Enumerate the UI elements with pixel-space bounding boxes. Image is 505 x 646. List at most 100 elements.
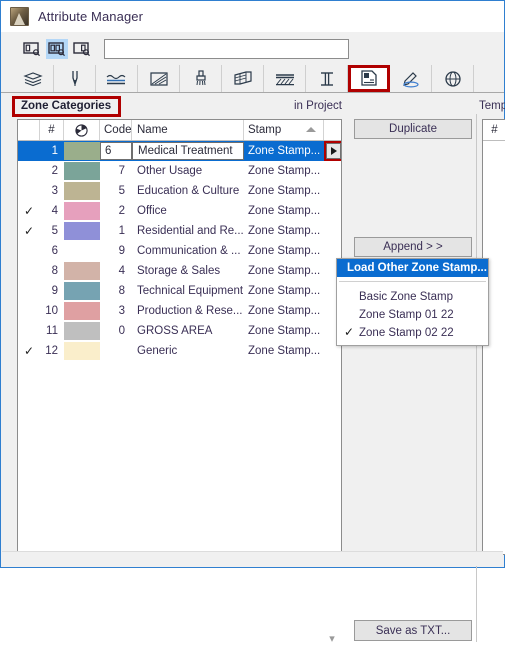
row-check-icon[interactable]: ✓ (18, 221, 40, 241)
row-code[interactable]: 8 (100, 281, 132, 301)
row-stamp[interactable]: Zone Stamp... (244, 341, 324, 361)
row-color-swatch[interactable] (64, 301, 100, 321)
row-stamp[interactable]: Zone Stamp... (244, 321, 324, 341)
color-swatch (64, 162, 100, 180)
view-single-icon[interactable] (21, 39, 43, 59)
table-row[interactable]: ✓51Residential and Re...Zone Stamp... (18, 221, 341, 241)
search-input[interactable] (104, 39, 349, 59)
column-header-name[interactable]: Name (132, 120, 244, 140)
row-name[interactable]: GROSS AREA (132, 321, 244, 341)
row-color-swatch[interactable] (64, 321, 100, 341)
tab-line-types[interactable] (96, 65, 138, 92)
table-row[interactable]: 84Storage & SalesZone Stamp... (18, 261, 341, 281)
row-check-icon[interactable]: ✓ (18, 201, 40, 221)
row-color-swatch[interactable] (64, 261, 100, 281)
row-name[interactable]: Generic (132, 341, 244, 361)
row-color-swatch[interactable] (64, 201, 100, 221)
template-column-header-number[interactable]: # (483, 120, 505, 141)
row-name[interactable]: Office (132, 201, 244, 221)
row-check-empty[interactable] (18, 141, 40, 161)
tab-layers[interactable] (264, 65, 306, 92)
row-check-icon[interactable]: ✓ (18, 341, 40, 361)
table-row[interactable]: ✓12GenericZone Stamp... (18, 341, 341, 361)
row-code[interactable]: 2 (100, 201, 132, 221)
row-code[interactable]: 6 (100, 142, 132, 160)
row-name[interactable]: Technical Equipment (132, 281, 244, 301)
row-name[interactable]: Residential and Re... (132, 221, 244, 241)
row-stamp[interactable]: Zone Stamp... (244, 201, 324, 221)
row-check-empty[interactable] (18, 301, 40, 321)
row-check-empty[interactable] (18, 161, 40, 181)
row-code[interactable]: 4 (100, 261, 132, 281)
table-row[interactable]: 6 9Communication & ...Zone Stamp... (18, 241, 341, 261)
row-name[interactable]: Production & Rese... (132, 301, 244, 321)
tab-building-materials[interactable] (12, 65, 54, 92)
row-stamp[interactable]: Zone Stamp... (244, 181, 324, 201)
column-header-number[interactable]: # (40, 120, 64, 140)
row-code[interactable]: 9 (100, 241, 132, 261)
row-name[interactable]: Storage & Sales (132, 261, 244, 281)
row-code[interactable]: 5 (100, 181, 132, 201)
tab-fill-types[interactable] (138, 65, 180, 92)
row-stamp[interactable]: Zone Stamp... (244, 141, 324, 161)
table-row[interactable]: 98Technical EquipmentZone Stamp... (18, 281, 341, 301)
view-double-icon[interactable] (46, 39, 68, 59)
row-stamp[interactable]: Zone Stamp... (244, 261, 324, 281)
color-wheel-icon[interactable] (64, 120, 100, 140)
tab-composites[interactable] (222, 65, 264, 92)
row-name[interactable]: Other Usage (132, 161, 244, 181)
row-stamp[interactable]: Zone Stamp... (244, 221, 324, 241)
table-row[interactable]: 103Production & Rese...Zone Stamp... (18, 301, 341, 321)
row-color-swatch[interactable] (64, 181, 100, 201)
menu-item[interactable]: ✓Zone Stamp 02 22 (337, 324, 488, 342)
row-color-swatch[interactable] (64, 141, 100, 161)
view-right-icon[interactable] (71, 39, 93, 59)
table-row[interactable]: 16Medical TreatmentZone Stamp... (18, 141, 341, 161)
tab-profiles[interactable] (306, 65, 348, 92)
row-number: 6 (40, 241, 64, 261)
tab-markup-styles[interactable] (390, 65, 432, 92)
window-footer (2, 551, 503, 566)
menu-item-load-other-zone-stamp[interactable]: Load Other Zone Stamp... (337, 259, 488, 277)
tab-zone-categories[interactable] (348, 65, 390, 92)
row-color-swatch[interactable] (64, 341, 100, 361)
row-check-empty[interactable] (18, 321, 40, 341)
table-row[interactable]: 35Education & CultureZone Stamp... (18, 181, 341, 201)
row-stamp[interactable]: Zone Stamp... (244, 301, 324, 321)
duplicate-button[interactable]: Duplicate (354, 119, 472, 139)
table-row[interactable]: 27Other UsageZone Stamp... (18, 161, 341, 181)
row-code[interactable] (100, 341, 132, 361)
row-color-swatch[interactable] (64, 221, 100, 241)
append-button[interactable]: Append > > (354, 237, 472, 257)
tab-mep-systems[interactable] (432, 65, 474, 92)
row-code[interactable]: 3 (100, 301, 132, 321)
row-color-swatch[interactable] (64, 241, 100, 261)
row-name[interactable]: Education & Culture (132, 181, 244, 201)
row-color-swatch[interactable] (64, 281, 100, 301)
save-as-txt-button[interactable]: Save as TXT... (354, 620, 472, 641)
column-header-stamp[interactable]: Stamp (244, 120, 324, 140)
row-check-empty[interactable] (18, 241, 40, 261)
row-code[interactable]: 1 (100, 221, 132, 241)
row-check-empty[interactable] (18, 181, 40, 201)
row-check-empty[interactable] (18, 261, 40, 281)
row-stamp[interactable]: Zone Stamp... (244, 161, 324, 181)
table-row[interactable]: 110GROSS AREAZone Stamp... (18, 321, 341, 341)
row-name[interactable]: Communication & ... (132, 241, 244, 261)
menu-item[interactable]: Basic Zone Stamp (337, 288, 488, 306)
stamp-dropdown-arrow-icon[interactable] (326, 143, 341, 159)
row-check-empty[interactable] (18, 281, 40, 301)
row-code[interactable]: 0 (100, 321, 132, 341)
tab-pen-sets[interactable] (54, 65, 96, 92)
row-code[interactable]: 7 (100, 161, 132, 181)
scroll-down-icon[interactable]: ▾ (324, 630, 340, 646)
zone-categories-table: # Code Name Stamp 16Medical TreatmentZon… (17, 119, 342, 555)
table-row[interactable]: ✓42OfficeZone Stamp... (18, 201, 341, 221)
row-stamp[interactable]: Zone Stamp... (244, 241, 324, 261)
row-color-swatch[interactable] (64, 161, 100, 181)
menu-item[interactable]: Zone Stamp 01 22 (337, 306, 488, 324)
row-stamp[interactable]: Zone Stamp... (244, 281, 324, 301)
column-header-code[interactable]: Code (100, 120, 132, 140)
tab-surfaces[interactable] (180, 65, 222, 92)
row-name[interactable]: Medical Treatment (132, 142, 244, 160)
